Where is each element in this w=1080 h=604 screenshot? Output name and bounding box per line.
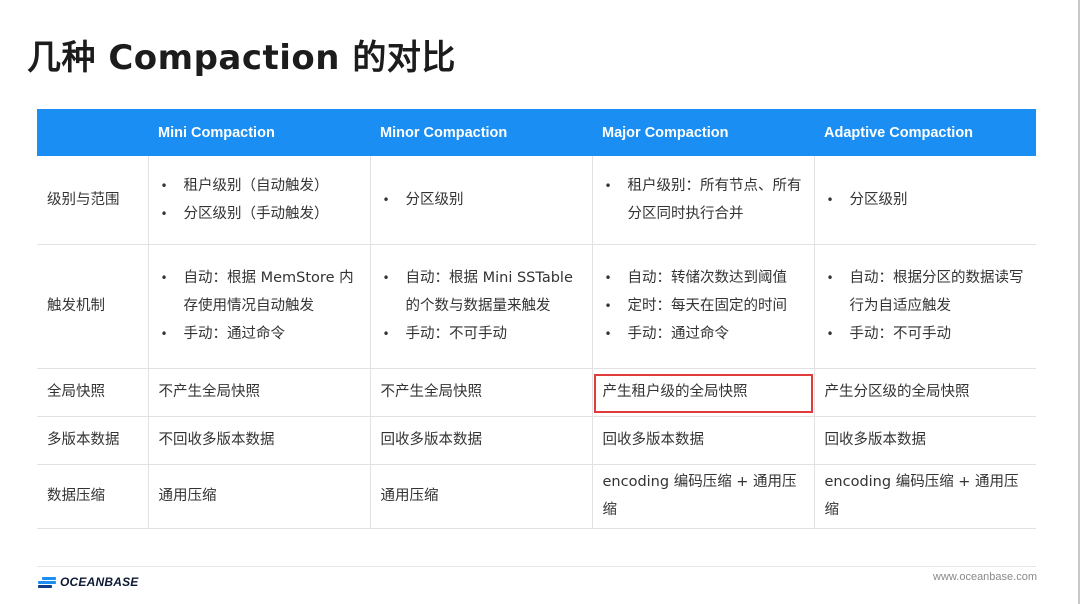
list-item: 自动：根据 MemStore 内存使用情况自动触发 <box>159 264 360 320</box>
list-item: 分区级别 <box>825 186 1027 214</box>
table-cell-highlighted: 产生租户级的全局快照 <box>592 368 815 417</box>
list-item: 手动：不可手动 <box>825 320 1027 348</box>
table-cell: 回收多版本数据 <box>592 416 815 465</box>
table-header-empty <box>37 109 148 156</box>
table-cell: 自动：根据 Mini SSTable 的个数与数据量来触发 手动：不可手动 <box>370 244 593 369</box>
table-cell: 通用压缩 <box>148 464 371 529</box>
brand-logo: OCEANBASE <box>38 575 138 589</box>
footer-url: www.oceanbase.com <box>933 571 1037 583</box>
table-row: 级别与范围 租户级别（自动触发） 分区级别（手动触发） 分区级别 租户级别：所有… <box>37 156 1036 245</box>
list-item: 手动：不可手动 <box>381 320 582 348</box>
table-cell: encoding 编码压缩 + 通用压缩 <box>592 464 815 529</box>
table-header-mini: Mini Compaction <box>148 109 370 156</box>
list-item: 自动：转储次数达到阈值 <box>603 264 804 292</box>
list-item: 自动：根据分区的数据读写行为自适应触发 <box>825 264 1027 320</box>
list-item: 租户级别（自动触发） <box>159 172 360 200</box>
table-cell: 自动：转储次数达到阈值 定时：每天在固定的时间 手动：通过命令 <box>592 244 815 369</box>
row-label: 级别与范围 <box>37 156 149 245</box>
table-cell: 回收多版本数据 <box>370 416 593 465</box>
table-header-adaptive: Adaptive Compaction <box>814 109 1036 156</box>
bullet-list: 自动：根据分区的数据读写行为自适应触发 手动：不可手动 <box>825 264 1027 348</box>
table-cell: 不回收多版本数据 <box>148 416 371 465</box>
table-header-minor: Minor Compaction <box>370 109 592 156</box>
table-header-row: Mini Compaction Minor Compaction Major C… <box>37 109 1036 156</box>
table-cell: encoding 编码压缩 + 通用压缩 <box>814 464 1036 529</box>
bullet-list: 分区级别 <box>381 186 582 214</box>
table-cell: 回收多版本数据 <box>814 416 1036 465</box>
bullet-list: 自动：根据 Mini SSTable 的个数与数据量来触发 手动：不可手动 <box>381 264 582 348</box>
bullet-list: 自动：根据 MemStore 内存使用情况自动触发 手动：通过命令 <box>159 264 360 348</box>
table-cell: 不产生全局快照 <box>370 368 593 417</box>
list-item: 手动：通过命令 <box>603 320 804 348</box>
list-item: 定时：每天在固定的时间 <box>603 292 804 320</box>
table-cell: 租户级别（自动触发） 分区级别（手动触发） <box>148 156 371 245</box>
list-item: 租户级别：所有节点、所有分区同时执行合并 <box>603 172 804 228</box>
bullet-list: 分区级别 <box>825 186 1027 214</box>
list-item: 分区级别 <box>381 186 582 214</box>
comparison-table: Mini Compaction Minor Compaction Major C… <box>37 109 1036 529</box>
table-row: 多版本数据 不回收多版本数据 回收多版本数据 回收多版本数据 回收多版本数据 <box>37 416 1036 465</box>
bullet-list: 租户级别（自动触发） 分区级别（手动触发） <box>159 172 360 228</box>
table-row: 数据压缩 通用压缩 通用压缩 encoding 编码压缩 + 通用压缩 enco… <box>37 464 1036 529</box>
table-cell: 租户级别：所有节点、所有分区同时执行合并 <box>592 156 815 245</box>
logo-text: OCEANBASE <box>60 575 139 589</box>
bullet-list: 自动：转储次数达到阈值 定时：每天在固定的时间 手动：通过命令 <box>603 264 804 348</box>
bullet-list: 租户级别：所有节点、所有分区同时执行合并 <box>603 172 804 228</box>
oceanbase-logo-icon <box>38 577 56 588</box>
table-row: 触发机制 自动：根据 MemStore 内存使用情况自动触发 手动：通过命令 自… <box>37 244 1036 369</box>
list-item: 手动：通过命令 <box>159 320 360 348</box>
row-label: 多版本数据 <box>37 416 149 465</box>
list-item: 自动：根据 Mini SSTable 的个数与数据量来触发 <box>381 264 582 320</box>
row-label: 全局快照 <box>37 368 149 417</box>
cell-text: 产生租户级的全局快照 <box>602 384 748 400</box>
table-cell: 分区级别 <box>814 156 1036 245</box>
table-row: 全局快照 不产生全局快照 不产生全局快照 产生租户级的全局快照 产生分区级的全局… <box>37 368 1036 417</box>
table-cell: 不产生全局快照 <box>148 368 371 417</box>
page-title: 几种 Compaction 的对比 <box>27 38 456 78</box>
table-cell: 通用压缩 <box>370 464 593 529</box>
list-item: 分区级别（手动触发） <box>159 200 360 228</box>
table-cell: 自动：根据 MemStore 内存使用情况自动触发 手动：通过命令 <box>148 244 371 369</box>
table-header-major: Major Compaction <box>592 109 814 156</box>
table-cell: 分区级别 <box>370 156 593 245</box>
row-label: 触发机制 <box>37 244 149 369</box>
row-label: 数据压缩 <box>37 464 149 529</box>
table-cell: 产生分区级的全局快照 <box>814 368 1036 417</box>
table-cell: 自动：根据分区的数据读写行为自适应触发 手动：不可手动 <box>814 244 1036 369</box>
footer-divider <box>37 566 1036 567</box>
